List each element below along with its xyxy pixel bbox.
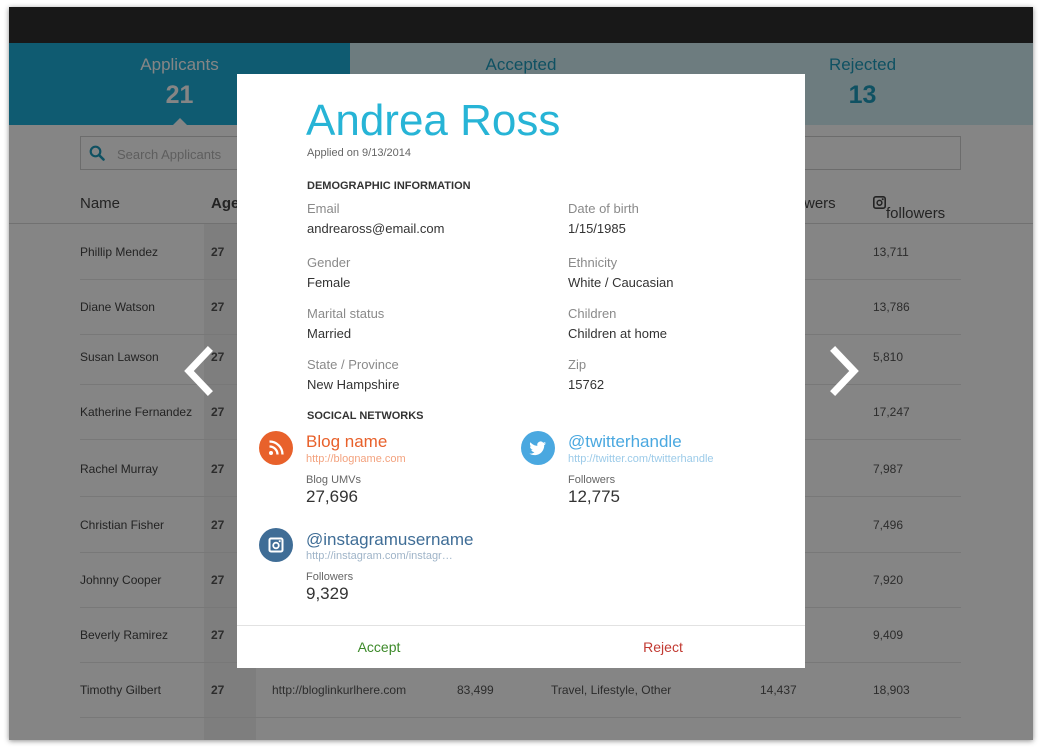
- previous-applicant-button[interactable]: [179, 346, 219, 396]
- children-value: Children at home: [568, 326, 667, 341]
- instagram-username-link[interactable]: @instagramusername: [306, 530, 474, 550]
- social-networks-section-title: SOCICAL NETWORKS: [307, 410, 424, 422]
- accept-button[interactable]: Accept: [237, 626, 521, 669]
- instagram-followers-value: 9,329: [306, 584, 349, 603]
- email-label: Email: [307, 201, 340, 216]
- chevron-right-icon: [830, 346, 859, 396]
- ethnicity-value: White / Caucasian: [568, 275, 674, 290]
- gender-label: Gender: [307, 255, 351, 270]
- applicant-detail-modal: Andrea Ross Applied on 9/13/2014 DEMOGRA…: [237, 74, 805, 668]
- ethnicity-label: Ethnicity: [568, 255, 618, 270]
- email-value: andreaross@email.com: [307, 221, 445, 236]
- modal-footer: Accept Reject: [237, 625, 805, 669]
- marital-status-value: Married: [307, 326, 352, 341]
- instagram-url-link[interactable]: http://instagram.com/instagr…: [306, 550, 453, 562]
- state-label: State / Province: [307, 357, 399, 372]
- dob-value: 1/15/1985: [568, 221, 626, 236]
- zip-label: Zip: [568, 357, 587, 372]
- twitter-bird-icon: [521, 431, 555, 465]
- rss-icon: [259, 431, 293, 465]
- blog-name-link[interactable]: Blog name: [306, 432, 387, 452]
- blog-umvs-value: 27,696: [306, 487, 358, 506]
- state-value: New Hampshire: [307, 377, 400, 392]
- marital-status-label: Marital status: [307, 306, 385, 321]
- camera-icon: [259, 528, 293, 562]
- dob-label: Date of birth: [568, 201, 639, 216]
- children-label: Children: [568, 306, 617, 321]
- next-applicant-button[interactable]: [824, 346, 864, 396]
- reject-button[interactable]: Reject: [521, 626, 805, 669]
- app-window: Applicants 21 Accepted Rejected 13 Name …: [9, 7, 1033, 740]
- demographic-section-title: DEMOGRAPHIC INFORMATION: [307, 180, 471, 192]
- instagram-followers-label: Followers: [306, 571, 354, 583]
- applicant-name-title: Andrea Ross: [306, 96, 561, 145]
- blog-umvs-label: Blog UMVs: [306, 474, 362, 486]
- blog-url-link[interactable]: http://blogname.com: [306, 453, 406, 465]
- applied-date: Applied on 9/13/2014: [307, 147, 411, 159]
- twitter-followers-label: Followers: [568, 474, 616, 486]
- gender-value: Female: [307, 275, 351, 290]
- twitter-handle-link[interactable]: @twitterhandle: [568, 432, 682, 452]
- twitter-url-link[interactable]: http://twitter.com/twitterhandle: [568, 453, 714, 465]
- zip-value: 15762: [568, 377, 605, 392]
- chevron-left-icon: [184, 346, 213, 396]
- twitter-followers-value: 12,775: [568, 487, 620, 506]
